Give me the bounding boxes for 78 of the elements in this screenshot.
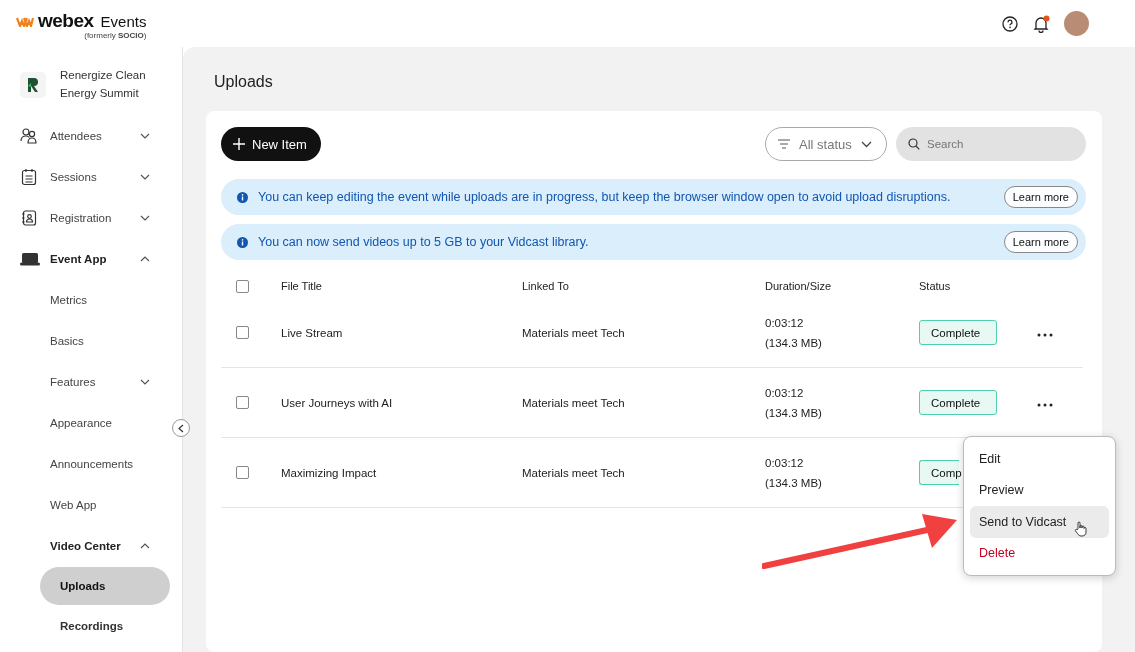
row-checkbox[interactable]: [236, 326, 249, 339]
menu-item[interactable]: Edit: [970, 443, 1109, 475]
chevron-down-icon[interactable]: [140, 173, 150, 180]
page-title: Uploads: [214, 73, 274, 91]
status-filter-dropdown[interactable]: All status: [765, 127, 887, 161]
brand-name: webex: [38, 10, 94, 32]
learn-more-button[interactable]: Learn more: [1003, 186, 1078, 208]
menu-item[interactable]: Send to Vidcast: [970, 506, 1109, 538]
chevron-down-icon[interactable]: [140, 214, 150, 221]
file-title: User Journeys with AI: [281, 396, 393, 409]
chevron-down-icon: [860, 140, 872, 148]
duration: 0:03:12: [765, 455, 804, 471]
sidebar-subitem[interactable]: Metrics: [20, 279, 170, 320]
notification-bell-icon[interactable]: [1032, 14, 1050, 33]
sidebar-item[interactable]: Attendees: [20, 115, 170, 156]
laptop-icon: [20, 251, 40, 266]
event-logo-icon: [20, 71, 46, 98]
contact-card-icon: [20, 208, 38, 227]
sidebar-subitem[interactable]: Recordings: [40, 607, 170, 645]
file-size: (134.3 MB): [765, 475, 822, 491]
file-size: (134.3 MB): [765, 405, 822, 421]
sidebar-subitem[interactable]: Basics: [20, 320, 170, 361]
sidebar-subitem[interactable]: Web App: [20, 484, 170, 525]
sidebar-subitem[interactable]: Uploads: [40, 567, 170, 605]
info-icon: [237, 236, 248, 248]
chevron-up-icon[interactable]: [140, 255, 150, 262]
banner-text: You can now send videos up to 5 GB to your Vidcast library.: [258, 234, 589, 250]
filter-icon: [778, 139, 790, 149]
event-name: Renergize Clean Energy Summit: [60, 68, 147, 101]
duration: 0:03:12: [765, 385, 804, 401]
people-icon: [20, 126, 38, 145]
status-badge: Complete: [919, 320, 997, 345]
sidebar-item[interactable]: Event App: [20, 238, 170, 279]
linked-to: Materials meet Tech: [522, 396, 625, 409]
calendar-list-icon: [20, 167, 38, 186]
formerly-note: (formerly SOCIO): [84, 31, 147, 40]
menu-item[interactable]: Delete: [970, 537, 1109, 569]
linked-to: Materials meet Tech: [522, 326, 625, 339]
new-item-button[interactable]: New Item: [221, 127, 321, 161]
logo-icon: [16, 15, 34, 27]
hand-cursor-icon: [1074, 521, 1087, 537]
plus-icon: [233, 138, 245, 150]
column-header: Linked To: [522, 280, 569, 292]
file-title: Live Stream: [281, 326, 343, 339]
sidebar-item[interactable]: Sessions: [20, 156, 170, 197]
linked-to: Materials meet Tech: [522, 466, 625, 479]
chevron-down-icon[interactable]: [140, 378, 150, 385]
search-field[interactable]: Search: [896, 127, 1086, 161]
column-header: Status: [919, 280, 951, 292]
row-checkbox[interactable]: [236, 396, 249, 409]
select-all-checkbox[interactable]: [236, 279, 249, 293]
sidebar-subitem[interactable]: Announcements: [20, 443, 170, 484]
column-header: Duration/Size: [765, 280, 832, 292]
file-title: Maximizing Impact: [281, 466, 377, 479]
status-badge: Comp: [919, 460, 959, 485]
search-icon: [908, 138, 920, 150]
info-icon: [237, 191, 248, 203]
menu-item[interactable]: Preview: [970, 474, 1109, 506]
column-header: File Title: [281, 280, 322, 292]
user-avatar[interactable]: [1064, 11, 1089, 36]
more-options-icon[interactable]: [1037, 332, 1053, 337]
sidebar-subitem[interactable]: Video Center: [20, 525, 170, 566]
sidebar-item[interactable]: Registration: [20, 197, 170, 238]
chevron-up-icon[interactable]: [140, 542, 150, 549]
learn-more-button[interactable]: Learn more: [1003, 231, 1078, 253]
duration: 0:03:12: [765, 315, 804, 331]
collapse-sidebar-button[interactable]: [172, 419, 190, 437]
sidebar-subitem[interactable]: Appearance: [20, 402, 170, 443]
chevron-left-icon: [178, 423, 184, 433]
sidebar-subitem[interactable]: Features: [20, 361, 170, 402]
status-badge: Complete: [919, 390, 997, 415]
product-name: Events: [100, 12, 147, 30]
help-icon[interactable]: [1002, 15, 1018, 32]
banner-text: You can keep editing the event while uploads are in progress, but keep the browser window open to avoid upload disruptions.: [258, 189, 951, 205]
file-size: (134.3 MB): [765, 335, 822, 351]
row-checkbox[interactable]: [236, 466, 249, 479]
more-options-icon[interactable]: [1037, 402, 1053, 407]
chevron-down-icon[interactable]: [140, 132, 150, 139]
